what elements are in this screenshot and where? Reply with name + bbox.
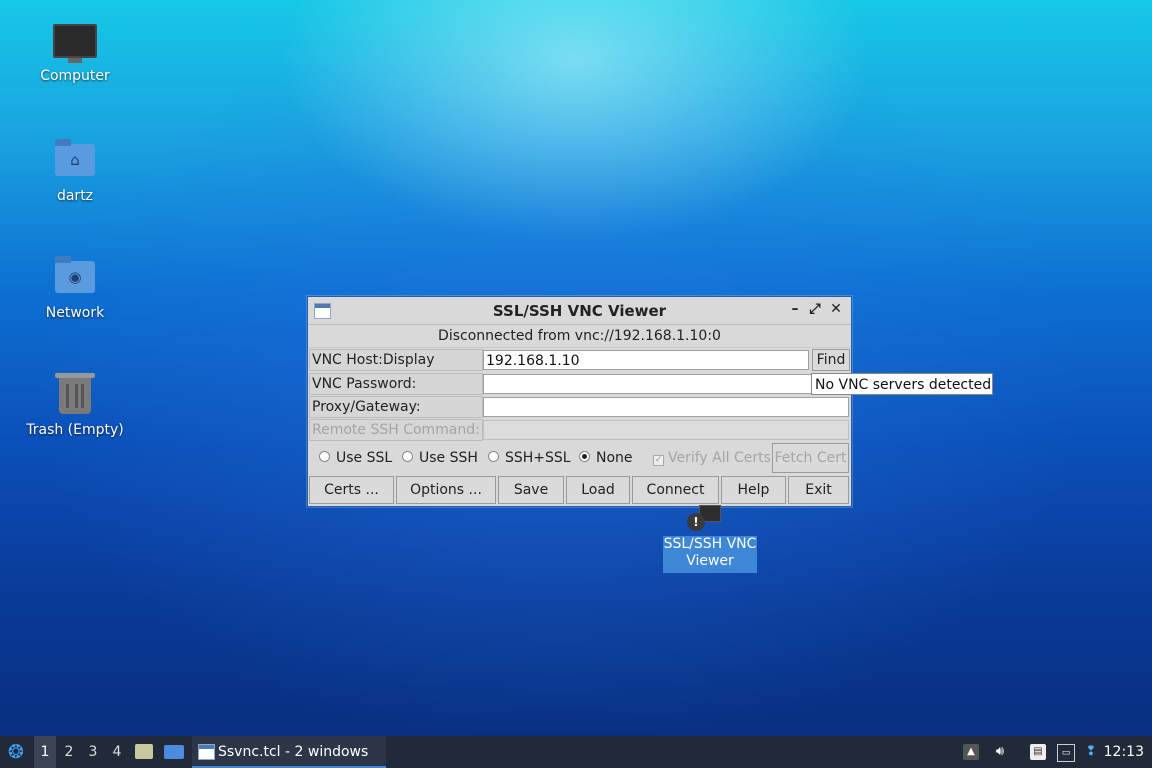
fetch-cert-button: Fetch Cert <box>772 443 849 473</box>
connect-button[interactable]: Connect <box>632 476 719 504</box>
clock: 12:13 <box>1103 744 1144 760</box>
radio-dot-selected <box>579 451 590 462</box>
desktop-icon-computer[interactable]: Computer <box>20 24 130 84</box>
show-desktop-icon[interactable] <box>164 736 184 768</box>
desktop-icon-label: Computer <box>40 68 110 84</box>
window-title: SSL/SSH VNC Viewer <box>492 302 667 320</box>
radio-ssh-ssl[interactable]: SSH+SSL <box>488 450 571 466</box>
password-label: VNC Password: <box>309 373 483 395</box>
mode-radio-group: Use SSL Use SSH SSH+SSL None ✓ Verify All… <box>309 443 849 473</box>
load-button[interactable]: Load <box>566 476 630 504</box>
verify-certs-checkbox: ✓ Verify All Certs <box>653 450 771 466</box>
task-label: Ssvnc.tcl - 2 windows <box>218 744 369 760</box>
computer-icon <box>53 24 97 64</box>
taskbar: ❂ 1 2 3 4 Ssvnc.tcl - 2 windows ▲ 🔊︎ ▤ ▭… <box>0 736 1152 768</box>
exit-button[interactable]: Exit <box>788 476 849 504</box>
help-button[interactable]: Help <box>721 476 786 504</box>
radio-dot <box>402 451 413 462</box>
ssh-command-label: Remote SSH Command: <box>309 419 483 441</box>
title-bar[interactable]: SSL/SSH VNC Viewer – ⤢ ✕ <box>308 297 851 325</box>
minimize-icon[interactable]: – <box>787 301 803 317</box>
workspace-4[interactable]: 4 <box>106 736 128 768</box>
radio-use-ssl[interactable]: Use SSL <box>319 450 392 466</box>
close-icon[interactable]: ✕ <box>828 301 844 317</box>
vnc-viewer-icon: ! <box>685 505 729 533</box>
window-icon <box>198 744 215 760</box>
proxy-label: Proxy/Gateway: <box>309 396 483 418</box>
proxy-input[interactable] <box>483 397 849 417</box>
notification-icon[interactable]: ❢ <box>1083 744 1099 760</box>
workspace-2[interactable]: 2 <box>58 736 80 768</box>
network-icon[interactable]: ▭ <box>1057 744 1075 762</box>
find-tooltip: No VNC servers detected <box>811 373 993 395</box>
desktop-icon-label: Network <box>45 305 105 321</box>
password-input[interactable] <box>483 374 849 394</box>
host-input[interactable]: 192.168.1.10 <box>483 350 809 370</box>
connection-status: Disconnected from vnc://192.168.1.10:0 <box>308 325 851 348</box>
desktop-icon-label: SSL/SSH VNC Viewer <box>663 536 757 573</box>
options-button[interactable]: Options ... <box>396 476 496 504</box>
radio-dot <box>319 451 330 462</box>
radio-use-ssh[interactable]: Use SSH <box>402 450 478 466</box>
clipboard-icon[interactable]: ▤ <box>1030 744 1046 760</box>
find-button[interactable]: Find <box>812 349 850 371</box>
workspace-1[interactable]: 1 <box>34 736 56 768</box>
desktop-icon-label: dartz <box>56 188 94 204</box>
ssh-command-input <box>483 420 849 440</box>
volume-icon[interactable]: 🔊︎ <box>992 744 1008 760</box>
host-label: VNC Host:Display <box>309 349 483 371</box>
network-folder-icon: ◉ <box>53 256 97 301</box>
trash-icon <box>53 373 97 418</box>
desktop-icon-home-folder[interactable]: ⌂ dartz <box>20 139 130 204</box>
radio-none[interactable]: None <box>579 450 633 466</box>
desktop-icon-network[interactable]: ◉ Network <box>20 256 130 321</box>
certs-button[interactable]: Certs ... <box>309 476 394 504</box>
desktop-icon-label: Trash (Empty) <box>26 422 124 438</box>
checkbox-icon: ✓ <box>653 455 664 466</box>
workspace-3[interactable]: 3 <box>82 736 104 768</box>
radio-dot <box>488 451 499 462</box>
vnc-viewer-window: SSL/SSH VNC Viewer – ⤢ ✕ Disconnected fr… <box>307 296 852 507</box>
warning-icon: ! <box>687 513 705 531</box>
tray-expand-icon[interactable]: ▲ <box>963 744 979 760</box>
file-manager-launcher-icon[interactable] <box>135 736 153 768</box>
maximize-icon[interactable]: ⤢ <box>807 301 823 317</box>
taskbar-window-button[interactable]: Ssvnc.tcl - 2 windows <box>192 736 386 768</box>
save-button[interactable]: Save <box>498 476 564 504</box>
home-folder-icon: ⌂ <box>53 139 97 184</box>
desktop-icon-trash[interactable]: Trash (Empty) <box>20 373 130 438</box>
start-menu-icon[interactable]: ❂ <box>4 736 28 768</box>
